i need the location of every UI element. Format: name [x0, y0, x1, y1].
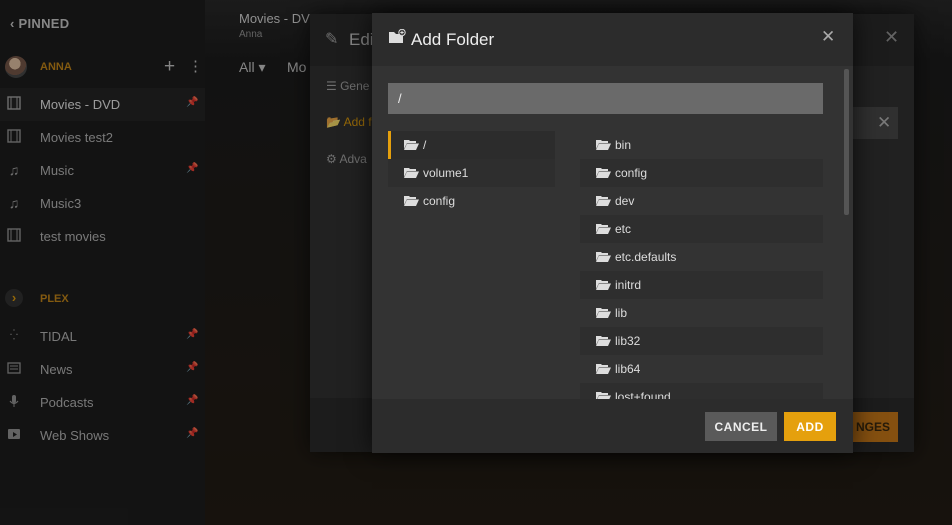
- add-folder-footer: CANCEL ADD: [372, 399, 853, 453]
- folder-label: dev: [615, 194, 635, 208]
- folder-open-icon: [596, 140, 611, 150]
- subfolder-list[interactable]: bin config dev etc etc.defaults initrd l…: [580, 131, 823, 401]
- folder-item-root[interactable]: /: [388, 131, 555, 159]
- folder-add-icon: [388, 28, 406, 47]
- scrollbar[interactable]: [844, 69, 849, 215]
- folder-open-icon: [596, 168, 611, 178]
- folder-label: config: [423, 194, 456, 208]
- folder-label: volume1: [423, 166, 469, 180]
- folder-open-icon: [596, 280, 611, 290]
- folder-label: initrd: [615, 278, 642, 292]
- folder-item-lib32[interactable]: lib32: [580, 327, 823, 355]
- folder-item-config[interactable]: config: [580, 159, 823, 187]
- folder-label: /: [423, 138, 427, 152]
- folder-open-icon: [596, 364, 611, 374]
- root-folder-list: / volume1 config: [388, 131, 555, 215]
- cancel-button[interactable]: CANCEL: [705, 412, 777, 441]
- folder-item-lib64[interactable]: lib64: [580, 355, 823, 383]
- folder-open-icon: [596, 252, 611, 262]
- folder-label: config: [615, 166, 648, 180]
- folder-label: lib32: [615, 334, 641, 348]
- folder-open-icon: [596, 336, 611, 346]
- folder-item-lib[interactable]: lib: [580, 299, 823, 327]
- folder-label: etc: [615, 222, 632, 236]
- folder-label: etc.defaults: [615, 250, 677, 264]
- path-input[interactable]: [388, 83, 823, 114]
- add-folder-header: Add Folder ✕: [372, 13, 853, 66]
- folder-label: bin: [615, 138, 632, 152]
- folder-open-icon: [596, 224, 611, 234]
- folder-item-dev[interactable]: dev: [580, 187, 823, 215]
- add-folder-dialog: Add Folder ✕ / volume1 config bin config: [372, 13, 853, 453]
- folder-open-icon: [404, 168, 419, 178]
- add-button[interactable]: ADD: [784, 412, 836, 441]
- folder-item-etc[interactable]: etc: [580, 215, 823, 243]
- folder-label: lib64: [615, 362, 641, 376]
- dialog-title: Add Folder: [411, 30, 495, 49]
- folder-item-bin[interactable]: bin: [580, 131, 823, 159]
- folder-item-config[interactable]: config: [388, 187, 555, 215]
- folder-item-initrd[interactable]: initrd: [580, 271, 823, 299]
- folder-open-icon: [596, 196, 611, 206]
- folder-label: lib: [615, 306, 628, 320]
- folder-open-icon: [596, 308, 611, 318]
- folder-item-volume1[interactable]: volume1: [388, 159, 555, 187]
- close-icon[interactable]: ✕: [821, 27, 835, 47]
- folder-open-icon: [404, 196, 419, 206]
- folder-open-icon: [404, 140, 419, 150]
- folder-item-etc-defaults[interactable]: etc.defaults: [580, 243, 823, 271]
